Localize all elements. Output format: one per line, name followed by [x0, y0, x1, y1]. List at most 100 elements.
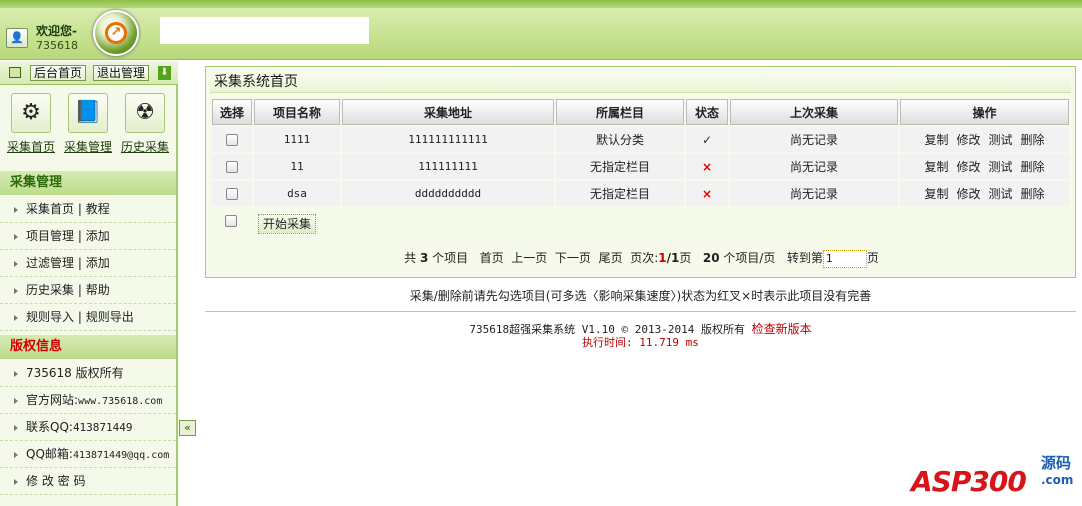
- welcome-user: 735618: [36, 39, 78, 52]
- pagination: 共 3 个项目 首页 上一页 下一页 尾页 页次:1/1页 20 个项目/页 转…: [206, 249, 1077, 268]
- project-category: 无指定栏目: [556, 154, 684, 179]
- app-logo: ↗: [93, 10, 139, 56]
- qq-value: 413871449: [72, 421, 133, 434]
- nav-link[interactable]: 添加: [86, 256, 110, 270]
- col-header-status: 状态: [686, 99, 728, 125]
- sidebar-item-history[interactable]: 历史采集 | 帮助: [0, 277, 176, 304]
- edit-link[interactable]: 修改: [956, 133, 980, 147]
- nav-link[interactable]: 帮助: [86, 283, 110, 297]
- pager-first[interactable]: 首页: [480, 251, 504, 265]
- edit-link[interactable]: 修改: [956, 187, 980, 201]
- nav-link[interactable]: 教程: [86, 202, 110, 216]
- collapse-sidebar-button[interactable]: «: [179, 420, 196, 436]
- goto-page-input[interactable]: 1: [822, 249, 867, 268]
- nav-link[interactable]: 项目管理: [26, 229, 74, 243]
- website-link[interactable]: www.735618.com: [78, 396, 162, 407]
- pager-total: 3: [419, 251, 429, 265]
- pager-prev[interactable]: 上一页: [511, 251, 547, 265]
- email-item[interactable]: QQ邮箱:413871449@qq.com: [0, 441, 176, 468]
- project-category: 默认分类: [556, 127, 684, 152]
- exec-time: 执行时间: 11.719 ms: [582, 336, 699, 349]
- start-collect-button[interactable]: 开始采集: [258, 214, 317, 234]
- bullet-icon: [14, 314, 20, 321]
- pager-last[interactable]: 尾页: [599, 251, 623, 265]
- nav-link[interactable]: 历史采集: [26, 283, 74, 297]
- header-top-band: [0, 0, 1082, 8]
- quick-link-label[interactable]: 采集管理: [60, 138, 116, 155]
- nav-link[interactable]: 采集首页: [26, 202, 74, 216]
- user-icon: 👤: [6, 28, 28, 48]
- pager-text: 共: [404, 251, 417, 265]
- select-all-checkbox[interactable]: [225, 214, 237, 227]
- bullet-icon: [14, 397, 20, 404]
- copy-link[interactable]: 复制: [924, 160, 948, 174]
- change-password-link[interactable]: 修 改 密 码: [26, 474, 85, 488]
- quick-link-collect-home[interactable]: ⚙ 采集首页: [3, 93, 59, 155]
- test-link[interactable]: 测试: [989, 133, 1013, 147]
- page-title: 采集系统首页: [210, 71, 1071, 93]
- pager-text: 个项目/页: [723, 251, 776, 265]
- nav-link[interactable]: 规则导出: [86, 310, 134, 324]
- status-cell: ✓: [686, 127, 728, 152]
- pager-next[interactable]: 下一页: [555, 251, 591, 265]
- cross-icon: ×: [701, 159, 713, 174]
- welcome-box: 👤 欢迎您- 735618: [4, 20, 94, 54]
- pager-text: 个项目: [432, 251, 469, 265]
- quick-link-history[interactable]: ☢ 历史采集: [117, 93, 173, 155]
- row-checkbox[interactable]: [226, 134, 238, 146]
- copy-link[interactable]: 复制: [924, 187, 948, 201]
- nav-link[interactable]: 添加: [86, 229, 110, 243]
- quick-link-collect-manage[interactable]: 📘 采集管理: [60, 93, 116, 155]
- welcome-text: 欢迎您-: [36, 24, 77, 38]
- project-name: 1111: [254, 127, 340, 152]
- col-header-actions: 操作: [900, 99, 1069, 125]
- watermark-text: ASP300: [911, 465, 1027, 498]
- nav-link[interactable]: 规则导入: [26, 310, 74, 324]
- delete-link[interactable]: 删除: [1021, 187, 1045, 201]
- gears-icon: ⚙: [11, 93, 51, 133]
- table-header-row: 选择 项目名称 采集地址 所属栏目 状态 上次采集 操作: [212, 99, 1069, 125]
- last-collect: 尚无记录: [730, 127, 898, 152]
- quick-link-label[interactable]: 历史采集: [117, 138, 173, 155]
- quick-link-label[interactable]: 采集首页: [3, 138, 59, 155]
- website-item[interactable]: 官方网站:www.735618.com: [0, 387, 176, 414]
- nav-link[interactable]: 过滤管理: [26, 256, 74, 270]
- row-actions: 复制 修改 测试 删除: [900, 181, 1069, 206]
- table-row: dsa dddddddddd 无指定栏目 × 尚无记录 复制 修改 测试 删除: [212, 181, 1069, 206]
- test-link[interactable]: 测试: [989, 160, 1013, 174]
- admin-home-button[interactable]: 后台首页: [30, 65, 87, 81]
- sidebar-item-projects[interactable]: 项目管理 | 添加: [0, 223, 176, 250]
- col-header-category: 所属栏目: [556, 99, 684, 125]
- sidebar-item-rules[interactable]: 规则导入 | 规则导出: [0, 304, 176, 331]
- row-select-cell: [212, 181, 252, 206]
- bullet-icon: [14, 451, 20, 458]
- change-password-item[interactable]: 修 改 密 码: [0, 468, 176, 495]
- table-row: 11 111111111 无指定栏目 × 尚无记录 复制 修改 测试 删除: [212, 154, 1069, 179]
- delete-link[interactable]: 删除: [1021, 133, 1045, 147]
- row-checkbox[interactable]: [226, 188, 238, 200]
- email-label: QQ邮箱:: [26, 447, 73, 461]
- email-value[interactable]: 413871449@qq.com: [73, 450, 169, 461]
- website-label: 官方网站:: [26, 393, 79, 407]
- sidebar-item-collect-home[interactable]: 采集首页 | 教程: [0, 196, 176, 223]
- watermark-side-bottom: .com: [1041, 473, 1074, 487]
- arrow-down-icon[interactable]: ⬇: [158, 66, 171, 80]
- last-collect: 尚无记录: [730, 154, 898, 179]
- bullet-icon: [14, 260, 20, 267]
- status-cell: ×: [686, 181, 728, 206]
- bullet-icon: [14, 370, 20, 377]
- copy-link[interactable]: 复制: [924, 133, 948, 147]
- bullet-icon: [14, 206, 20, 213]
- project-category: 无指定栏目: [556, 181, 684, 206]
- row-actions: 复制 修改 测试 删除: [900, 154, 1069, 179]
- logout-button[interactable]: 退出管理: [93, 65, 150, 81]
- sidebar-item-filters[interactable]: 过滤管理 | 添加: [0, 250, 176, 277]
- delete-link[interactable]: 删除: [1021, 160, 1045, 174]
- test-link[interactable]: 测试: [989, 187, 1013, 201]
- pager-text: 页: [679, 251, 692, 265]
- row-checkbox[interactable]: [226, 161, 238, 173]
- pager-current: 1: [658, 251, 667, 265]
- edit-link[interactable]: 修改: [956, 160, 980, 174]
- bullet-icon: [14, 478, 20, 485]
- nav-separator: |: [77, 229, 82, 243]
